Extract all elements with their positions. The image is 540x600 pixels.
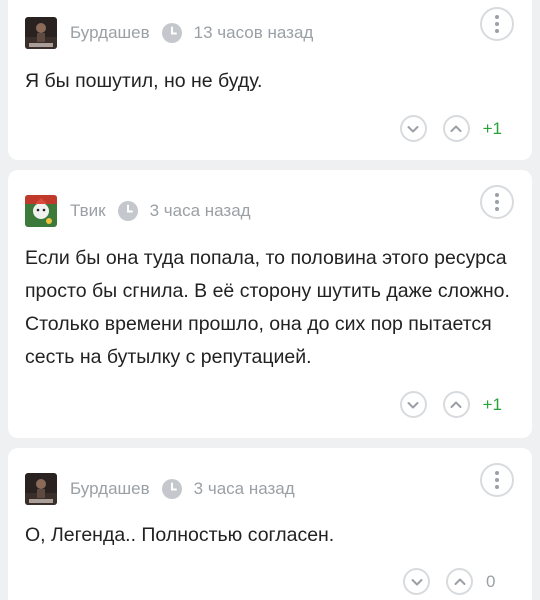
- more-vertical-icon[interactable]: [480, 185, 514, 219]
- downvote-button[interactable]: [403, 568, 430, 595]
- chevron-up-icon: [450, 401, 462, 408]
- author-name[interactable]: Бурдашев: [70, 479, 150, 499]
- comment-header: Бурдашев 13 часов назад: [25, 17, 313, 49]
- comment-card: Бурдашев 3 часа назад О, Легенда.. Полно…: [8, 448, 532, 600]
- chevron-down-icon: [411, 578, 422, 585]
- more-vertical-icon[interactable]: [480, 7, 514, 41]
- chevron-down-icon: [407, 125, 419, 132]
- avatar[interactable]: [25, 473, 57, 505]
- avatar[interactable]: [25, 17, 57, 49]
- comment-text: Если бы она туда попала, то половина это…: [25, 247, 510, 368]
- clock-icon: [161, 23, 182, 43]
- comment-header: Бурдашев 3 часа назад: [25, 473, 295, 505]
- comment-time: 3 часа назад: [149, 201, 251, 220]
- downvote-button[interactable]: [399, 115, 427, 142]
- comment-score: 0: [486, 571, 496, 591]
- clock-icon: [117, 201, 138, 221]
- upvote-button[interactable]: [442, 391, 470, 418]
- clock-icon: [161, 479, 182, 499]
- chevron-down-icon: [407, 401, 419, 408]
- comment-score: +1: [482, 118, 502, 138]
- comment-text: Я бы пошутил, но не буду.: [25, 70, 263, 92]
- vote-controls: +1: [399, 115, 502, 142]
- comment-header: Твик 3 часа назад: [25, 195, 251, 227]
- vote-controls: +1: [399, 391, 502, 418]
- chevron-up-icon: [454, 578, 465, 585]
- upvote-button[interactable]: [446, 568, 473, 595]
- more-vertical-icon[interactable]: [480, 463, 514, 497]
- comment-text: О, Легенда.. Полностью согласен.: [25, 524, 335, 546]
- author-name[interactable]: Бурдашев: [70, 23, 150, 43]
- upvote-button[interactable]: [442, 115, 470, 142]
- comment-card: Твик 3 часа назад Если бы она туда попал…: [8, 170, 532, 438]
- comment-card: Бурдашев 13 часов назад Я бы пошутил, но…: [8, 0, 532, 160]
- comment-score: +1: [482, 394, 502, 414]
- author-name[interactable]: Твик: [70, 201, 106, 221]
- comment-time: 13 часов назад: [193, 23, 314, 42]
- vote-controls: 0: [403, 568, 502, 595]
- chevron-up-icon: [450, 125, 462, 132]
- downvote-button[interactable]: [399, 391, 427, 418]
- avatar[interactable]: [25, 195, 57, 227]
- comment-time: 3 часа назад: [193, 479, 295, 498]
